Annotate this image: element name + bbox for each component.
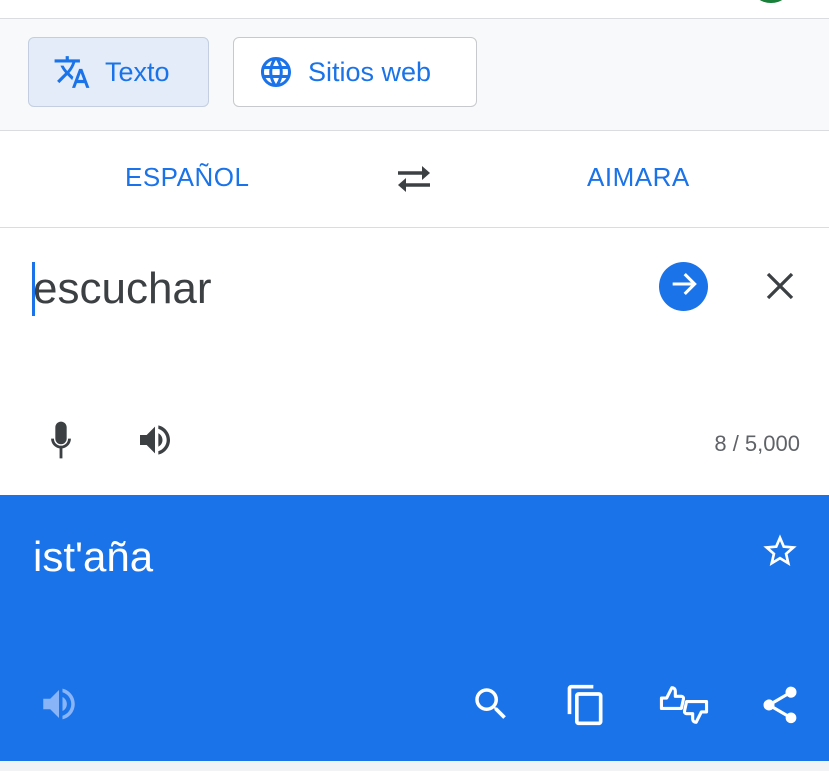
tab-websites-mode-label: Sitios web bbox=[308, 56, 432, 87]
source-input-area[interactable]: escuchar 8 / 5,000 bbox=[0, 228, 829, 495]
speaker-disabled-icon bbox=[38, 683, 80, 730]
translate-submit-button[interactable] bbox=[659, 262, 708, 311]
search-icon[interactable] bbox=[470, 683, 512, 730]
translation-text: ist'aña bbox=[33, 533, 154, 580]
character-count: 8 / 5,000 bbox=[714, 431, 800, 456]
globe-icon bbox=[258, 54, 294, 90]
tab-text-mode[interactable]: Texto bbox=[28, 37, 209, 107]
top-app-bar-edge bbox=[0, 0, 829, 19]
microphone-icon[interactable] bbox=[44, 420, 78, 465]
tab-websites-mode[interactable]: Sitios web bbox=[233, 37, 477, 107]
source-text-input[interactable]: escuchar bbox=[33, 264, 212, 314]
source-language-button[interactable]: ESPAÑOL bbox=[125, 162, 249, 193]
swap-languages-icon[interactable] bbox=[392, 161, 436, 202]
star-icon[interactable] bbox=[760, 531, 800, 576]
account-avatar[interactable] bbox=[752, 0, 790, 3]
target-language-button[interactable]: AIMARA bbox=[587, 162, 690, 193]
speaker-icon[interactable] bbox=[135, 420, 175, 465]
share-icon[interactable] bbox=[758, 683, 802, 732]
tab-text-mode-label: Texto bbox=[105, 56, 170, 87]
copy-icon[interactable] bbox=[564, 683, 608, 732]
language-selector-bar: ESPAÑOL AIMARA bbox=[0, 131, 829, 228]
arrow-forward-icon bbox=[667, 267, 701, 306]
translate-icon bbox=[53, 53, 91, 91]
translation-output-card: ist'aña bbox=[0, 495, 829, 761]
feedback-thumbs-icon[interactable] bbox=[658, 683, 710, 732]
mode-selector-bar: Texto Sitios web bbox=[0, 19, 829, 131]
close-icon[interactable] bbox=[762, 268, 798, 309]
bottom-edge bbox=[0, 761, 829, 771]
